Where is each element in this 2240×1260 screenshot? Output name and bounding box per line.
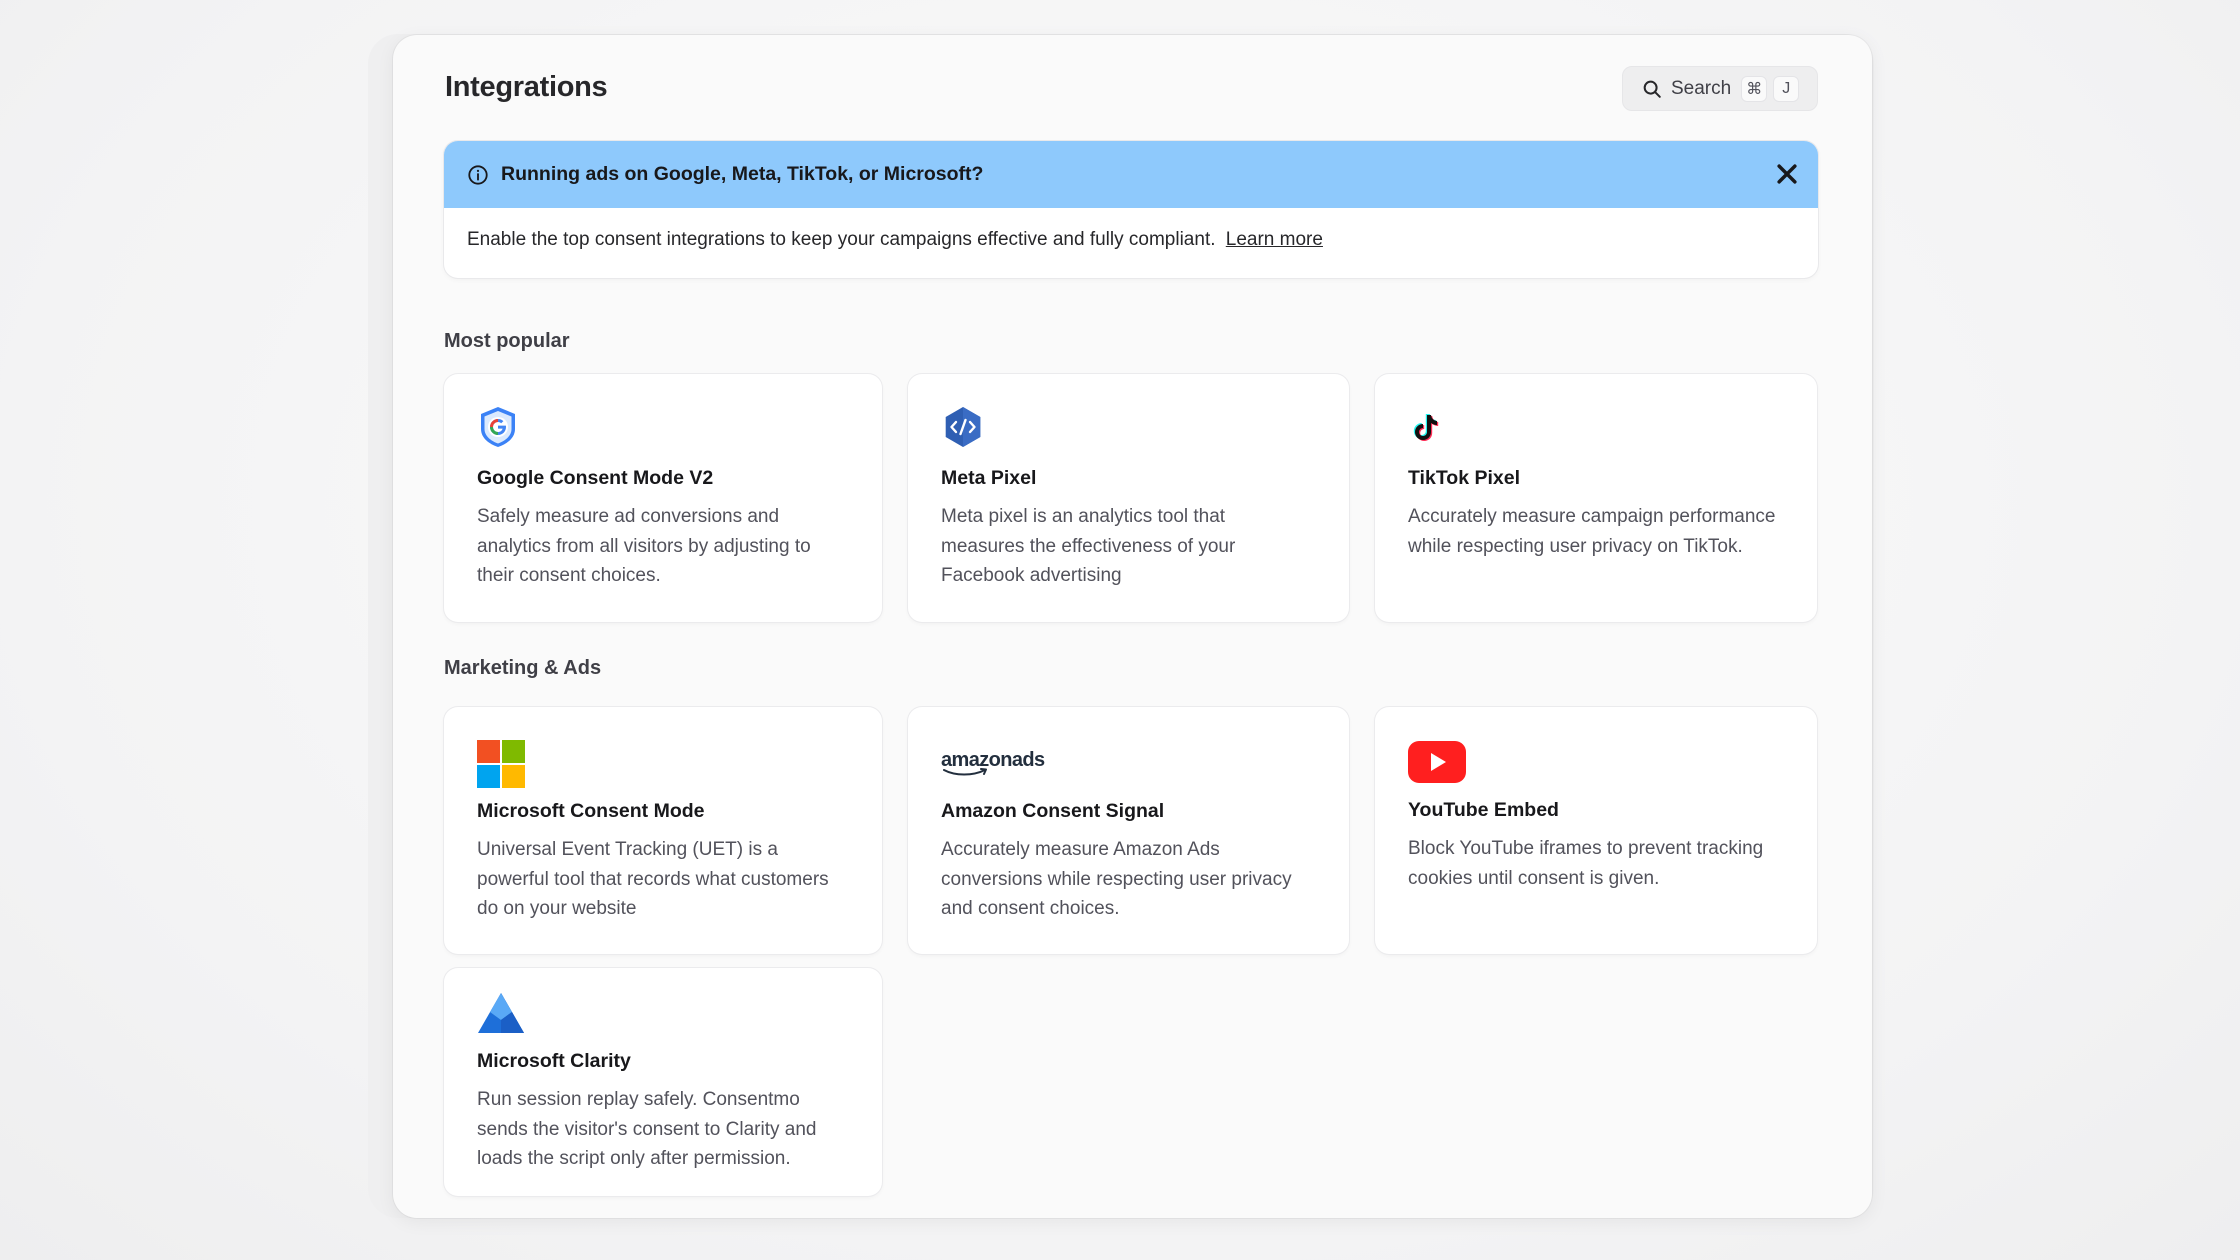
integration-card-google-consent-mode[interactable]: Google Consent Mode V2 Safely measure ad… — [444, 374, 882, 622]
search-button[interactable]: Search ⌘ J — [1622, 66, 1818, 111]
integration-card-microsoft-clarity[interactable]: Microsoft Clarity Run session replay saf… — [444, 968, 882, 1196]
google-shield-icon — [481, 407, 515, 447]
section-title-most-popular: Most popular — [444, 330, 570, 352]
shortcut-cmd-key: ⌘ — [1741, 75, 1768, 102]
card-name: Amazon Consent Signal — [941, 800, 1165, 822]
microsoft-icon — [477, 740, 525, 788]
info-icon — [468, 164, 488, 185]
card-description: Accurately measure campaign performance … — [1408, 506, 1776, 557]
card-description: Run session replay safely. Consentmo sen… — [477, 1089, 817, 1169]
background: Integrations Search ⌘ J Running ads on G… — [0, 0, 2240, 1260]
banner-close-button[interactable] — [1776, 163, 1798, 185]
card-name: Meta Pixel — [941, 467, 1037, 489]
card-name: Microsoft Clarity — [477, 1050, 631, 1072]
page-title: Integrations — [445, 71, 608, 103]
integrations-window: Integrations Search ⌘ J Running ads on G… — [393, 35, 1872, 1218]
banner-title: Running ads on Google, Meta, TikTok, or … — [501, 163, 984, 185]
tiktok-icon — [1413, 414, 1439, 441]
search-icon — [1643, 80, 1661, 98]
integration-card-tiktok-pixel[interactable]: TikTok Pixel Accurately measure campaign… — [1375, 374, 1817, 622]
integration-card-amazon-consent-signal[interactable]: amazonads Amazon Consent Signal Accurate… — [908, 707, 1349, 954]
banner-text: Enable the top consent integrations to k… — [467, 229, 1216, 250]
search-label: Search — [1671, 77, 1732, 99]
code-hexagon-icon — [945, 407, 981, 447]
card-name: TikTok Pixel — [1408, 467, 1520, 489]
clarity-icon — [478, 993, 524, 1033]
close-icon — [1777, 164, 1797, 184]
card-description: Block YouTube iframes to prevent trackin… — [1408, 838, 1764, 889]
section-title-marketing-ads: Marketing & Ads — [444, 657, 602, 679]
integration-card-youtube-embed[interactable]: YouTube Embed Block YouTube iframes to p… — [1375, 707, 1817, 954]
banner-header: Running ads on Google, Meta, TikTok, or … — [444, 141, 1818, 208]
learn-more-link[interactable]: Learn more — [1226, 229, 1323, 250]
ads-info-banner: Running ads on Google, Meta, TikTok, or … — [444, 141, 1818, 278]
card-description: Safely measure ad conversions and analyt… — [477, 506, 811, 586]
card-description: Accurately measure Amazon Ads conversion… — [941, 839, 1292, 919]
card-name: Microsoft Consent Mode — [477, 800, 705, 822]
amazon-ads-logo: amazonads — [941, 749, 1045, 776]
integration-card-meta-pixel[interactable]: Meta Pixel Meta pixel is an analytics to… — [908, 374, 1349, 622]
card-name: YouTube Embed — [1408, 799, 1559, 821]
youtube-icon — [1408, 741, 1466, 783]
card-name: Google Consent Mode V2 — [477, 467, 714, 489]
shortcut-j-key: J — [1773, 75, 1800, 102]
banner-body: Enable the top consent integrations to k… — [444, 208, 1818, 251]
card-description: Meta pixel is an analytics tool that mea… — [941, 506, 1236, 586]
card-description: Universal Event Tracking (UET) is a powe… — [477, 839, 829, 919]
amazon-smile-icon — [943, 768, 987, 776]
integration-card-microsoft-consent-mode[interactable]: Microsoft Consent Mode Universal Event T… — [444, 707, 882, 954]
